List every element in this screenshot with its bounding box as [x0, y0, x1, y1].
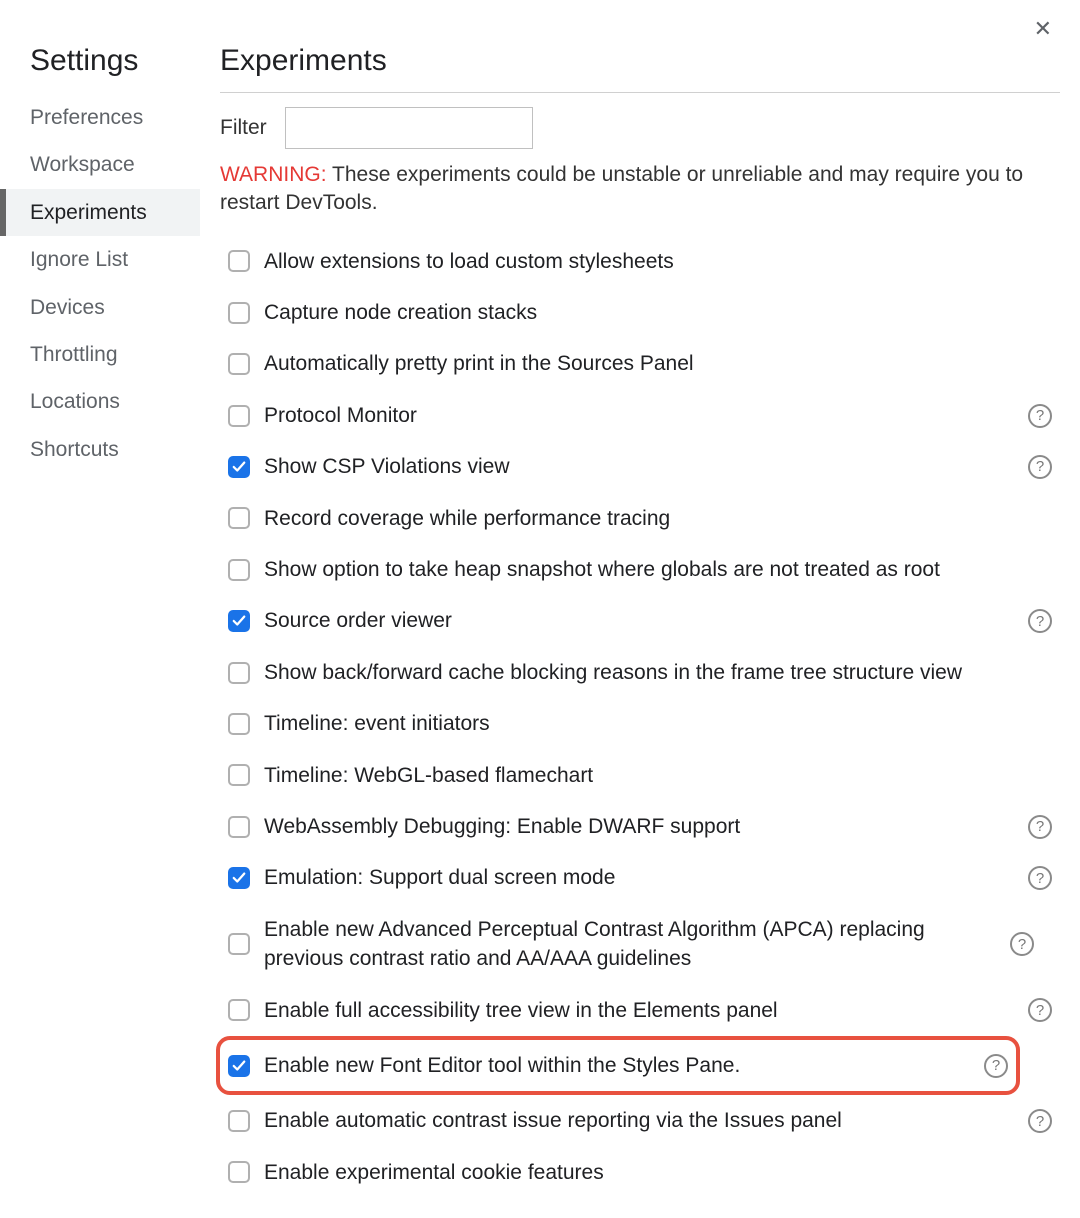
experiment-row: Allow extensions to load custom styleshe…	[220, 236, 1060, 287]
help-icon[interactable]: ?	[1028, 455, 1052, 479]
experiments-warning: WARNING: These experiments could be unst…	[220, 161, 1060, 218]
experiment-label: Automatically pretty print in the Source…	[264, 349, 1052, 378]
experiment-checkbox[interactable]	[228, 610, 250, 632]
experiment-checkbox[interactable]	[228, 867, 250, 889]
experiment-row: Timeline: WebGL-based flamechart	[220, 750, 1060, 801]
settings-main: ✕ Experiments Filter WARNING: These expe…	[200, 0, 1080, 1218]
experiment-row: Enable new Advanced Perceptual Contrast …	[220, 904, 1060, 985]
experiment-label: WebAssembly Debugging: Enable DWARF supp…	[264, 812, 1008, 841]
experiments-list: Allow extensions to load custom styleshe…	[220, 236, 1060, 1198]
experiment-row: Show CSP Violations view?	[220, 441, 1060, 492]
experiment-row: Automatically pretty print in the Source…	[220, 338, 1060, 389]
experiment-checkbox[interactable]	[228, 662, 250, 684]
experiment-label: Protocol Monitor	[264, 401, 1008, 430]
experiment-label: Emulation: Support dual screen mode	[264, 863, 1008, 892]
sidebar-item-ignore-list[interactable]: Ignore List	[0, 236, 200, 283]
experiment-row: Enable new Font Editor tool within the S…	[216, 1036, 1020, 1095]
warning-text: These experiments could be unstable or u…	[220, 163, 1023, 214]
experiment-row: Emulation: Support dual screen mode?	[220, 852, 1060, 903]
experiment-row: Record coverage while performance tracin…	[220, 493, 1060, 544]
experiment-label: Enable experimental cookie features	[264, 1158, 1052, 1187]
help-icon[interactable]: ?	[1028, 866, 1052, 890]
sidebar-item-devices[interactable]: Devices	[0, 284, 200, 331]
experiment-label: Enable new Font Editor tool within the S…	[264, 1051, 964, 1080]
experiment-label: Timeline: event initiators	[264, 709, 1052, 738]
help-icon[interactable]: ?	[1028, 998, 1052, 1022]
experiment-row: Enable experimental cookie features	[220, 1147, 1060, 1198]
experiment-checkbox[interactable]	[228, 507, 250, 529]
sidebar-item-preferences[interactable]: Preferences	[0, 94, 200, 141]
experiment-checkbox[interactable]	[228, 816, 250, 838]
experiment-row: Enable full accessibility tree view in t…	[220, 985, 1060, 1036]
help-icon[interactable]: ?	[1028, 404, 1052, 428]
experiment-checkbox[interactable]	[228, 302, 250, 324]
experiment-label: Enable full accessibility tree view in t…	[264, 996, 1008, 1025]
experiment-checkbox[interactable]	[228, 456, 250, 478]
experiment-checkbox[interactable]	[228, 764, 250, 786]
experiment-checkbox[interactable]	[228, 1161, 250, 1183]
experiment-checkbox[interactable]	[228, 559, 250, 581]
experiment-checkbox[interactable]	[228, 933, 250, 955]
experiment-row: WebAssembly Debugging: Enable DWARF supp…	[220, 801, 1060, 852]
experiment-checkbox[interactable]	[228, 405, 250, 427]
help-icon[interactable]: ?	[984, 1054, 1008, 1078]
experiment-label: Timeline: WebGL-based flamechart	[264, 761, 1052, 790]
experiment-checkbox[interactable]	[228, 713, 250, 735]
help-icon[interactable]: ?	[1010, 932, 1034, 956]
experiment-label: Capture node creation stacks	[264, 298, 1052, 327]
experiment-row: Source order viewer?	[220, 595, 1060, 646]
experiment-label: Record coverage while performance tracin…	[264, 504, 1052, 533]
experiment-row: Capture node creation stacks	[220, 287, 1060, 338]
sidebar-item-experiments[interactable]: Experiments	[0, 189, 200, 236]
experiment-row: Timeline: event initiators	[220, 698, 1060, 749]
filter-input[interactable]	[285, 107, 533, 149]
experiment-label: Show option to take heap snapshot where …	[264, 555, 1052, 584]
sidebar-title: Settings	[0, 40, 200, 94]
filter-row: Filter	[220, 107, 1060, 149]
experiment-label: Source order viewer	[264, 606, 1008, 635]
experiment-label: Show CSP Violations view	[264, 452, 1008, 481]
help-icon[interactable]: ?	[1028, 815, 1052, 839]
experiment-row: Protocol Monitor?	[220, 390, 1060, 441]
experiment-row: Show option to take heap snapshot where …	[220, 544, 1060, 595]
experiment-checkbox[interactable]	[228, 250, 250, 272]
help-icon[interactable]: ?	[1028, 609, 1052, 633]
experiment-row: Enable automatic contrast issue reportin…	[220, 1095, 1060, 1146]
experiment-label: Enable new Advanced Perceptual Contrast …	[264, 915, 996, 974]
experiment-label: Show back/forward cache blocking reasons…	[264, 658, 1052, 687]
experiment-checkbox[interactable]	[228, 353, 250, 375]
experiment-checkbox[interactable]	[228, 1110, 250, 1132]
sidebar-nav: PreferencesWorkspaceExperimentsIgnore Li…	[0, 94, 200, 473]
experiment-checkbox[interactable]	[228, 999, 250, 1021]
page-title: Experiments	[220, 40, 1060, 93]
experiment-label: Allow extensions to load custom styleshe…	[264, 247, 1052, 276]
experiment-row: Show back/forward cache blocking reasons…	[220, 647, 1060, 698]
sidebar-item-shortcuts[interactable]: Shortcuts	[0, 426, 200, 473]
sidebar-item-workspace[interactable]: Workspace	[0, 141, 200, 188]
experiment-checkbox[interactable]	[228, 1055, 250, 1077]
help-icon[interactable]: ?	[1028, 1109, 1052, 1133]
experiment-label: Enable automatic contrast issue reportin…	[264, 1106, 1008, 1135]
sidebar-item-locations[interactable]: Locations	[0, 378, 200, 425]
settings-sidebar: Settings PreferencesWorkspaceExperiments…	[0, 0, 200, 1218]
sidebar-item-throttling[interactable]: Throttling	[0, 331, 200, 378]
close-icon[interactable]: ✕	[1034, 18, 1052, 40]
warning-prefix: WARNING:	[220, 163, 327, 186]
filter-label: Filter	[220, 113, 267, 142]
